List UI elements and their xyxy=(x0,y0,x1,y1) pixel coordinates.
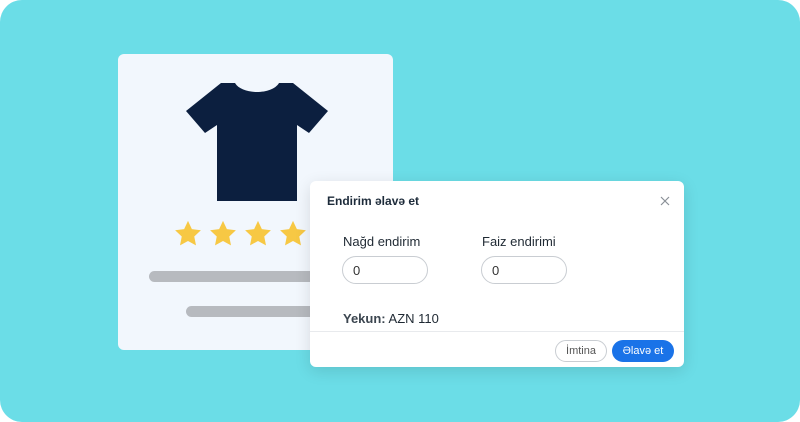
percent-discount-input[interactable] xyxy=(481,256,567,284)
add-discount-dialog: Endirim əlavə et Nağd endirim Faiz endir… xyxy=(310,181,684,367)
add-button[interactable]: Əlavə et xyxy=(612,340,674,362)
footer-divider xyxy=(310,331,684,332)
cash-discount-input[interactable] xyxy=(342,256,428,284)
total-value: AZN 110 xyxy=(388,311,439,326)
star-icon xyxy=(175,220,201,246)
close-button[interactable] xyxy=(658,194,672,208)
dialog-title: Endirim əlavə et xyxy=(327,194,420,208)
star-icon xyxy=(280,220,306,246)
cancel-button[interactable]: İmtina xyxy=(555,340,607,362)
star-icon xyxy=(210,220,236,246)
total-summary: Yekun: AZN 110 xyxy=(343,311,439,326)
tshirt-icon xyxy=(186,83,328,201)
total-label: Yekun: xyxy=(343,311,386,326)
close-icon xyxy=(660,196,670,206)
rating-stars xyxy=(173,219,308,249)
background: Endirim əlavə et Nağd endirim Faiz endir… xyxy=(0,0,800,422)
percent-discount-label: Faiz endirimi xyxy=(482,234,556,249)
cash-discount-label: Nağd endirim xyxy=(343,234,421,249)
star-icon xyxy=(245,220,271,246)
